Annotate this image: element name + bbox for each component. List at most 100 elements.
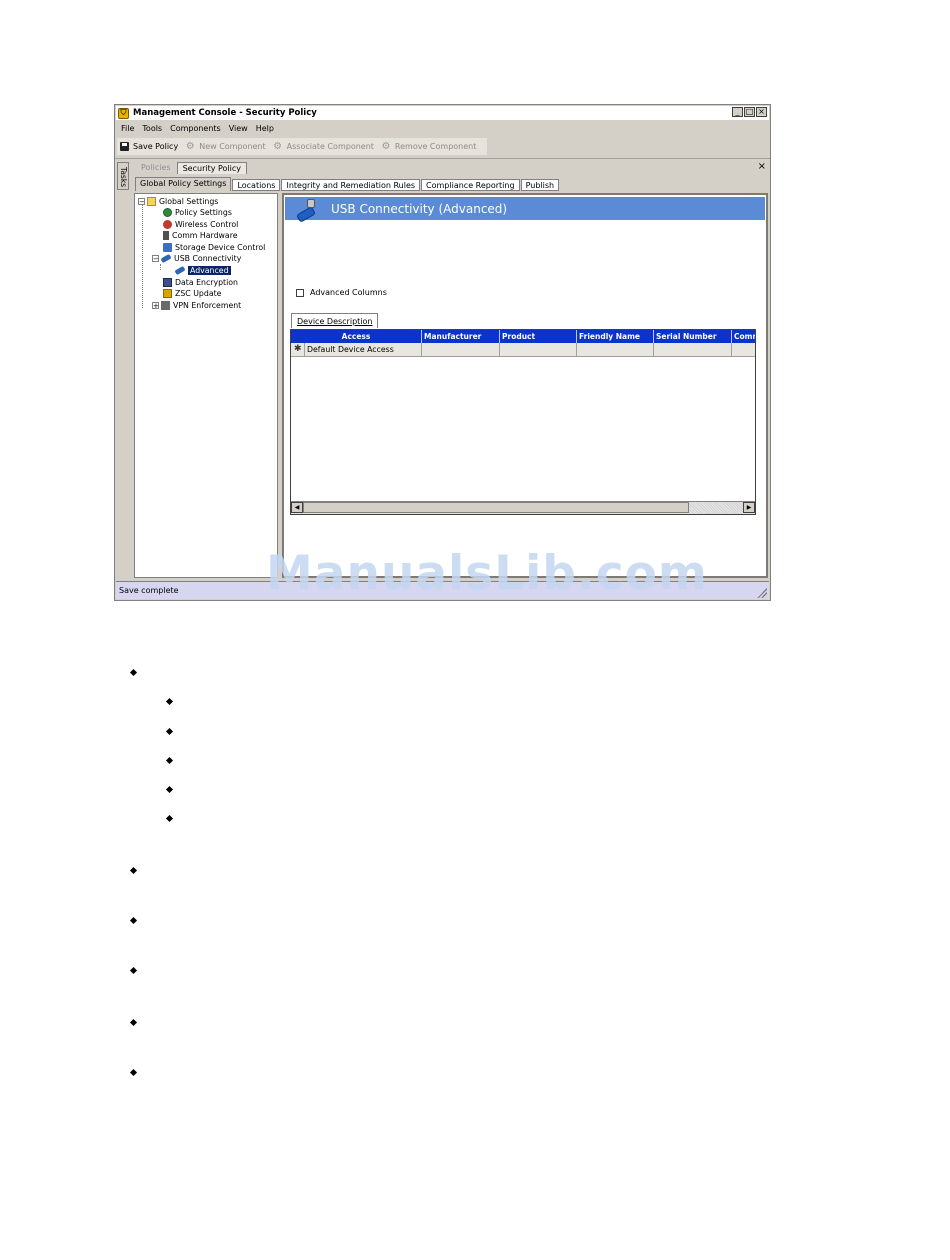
column-header-friendly-name[interactable]: Friendly Name: [577, 330, 654, 343]
tree-label: USB Connectivity: [174, 254, 242, 263]
usb-lock-icon: [295, 198, 317, 223]
update-icon: [163, 289, 172, 298]
tree-item-storage-device-control[interactable]: Storage Device Control: [163, 242, 265, 253]
window-title: Management Console - Security Policy: [133, 108, 317, 118]
tree-item-data-encryption[interactable]: Data Encryption: [163, 277, 238, 288]
remove-component-label: Remove Component: [394, 142, 477, 151]
bullet-icon: [129, 1068, 138, 1077]
tab-locations[interactable]: Locations: [232, 179, 281, 191]
document-tabs: Policies Security Policy: [135, 160, 247, 174]
status-text: Save complete: [119, 586, 179, 595]
tree-item-policy-settings[interactable]: Policy Settings: [163, 207, 232, 218]
close-window-button[interactable]: ×: [756, 107, 767, 117]
policy-page-tabs: Global Policy Settings Locations Integri…: [135, 177, 560, 191]
tree-item-global-settings[interactable]: − Global Settings: [138, 196, 218, 207]
tree-label: Wireless Control: [175, 220, 239, 229]
collapse-toggle[interactable]: −: [138, 198, 145, 206]
wireless-icon: [163, 220, 172, 229]
tab-security-policy[interactable]: Security Policy: [176, 162, 247, 174]
expand-toggle[interactable]: +: [152, 302, 159, 310]
usb-icon: [160, 253, 172, 264]
bullet-icon: [165, 814, 174, 823]
tree-item-zsc-update[interactable]: ZSC Update: [163, 288, 221, 299]
horizontal-scrollbar[interactable]: ◀ ▶: [291, 501, 755, 514]
close-document-icon[interactable]: ×: [758, 161, 766, 172]
save-policy-button[interactable]: Save Policy: [117, 142, 183, 152]
cell-serial-number[interactable]: [654, 343, 732, 357]
column-header-access[interactable]: Access: [291, 330, 422, 343]
cell-product[interactable]: [500, 343, 577, 357]
cell-friendly-name[interactable]: [577, 343, 654, 357]
cell-comm[interactable]: [732, 343, 755, 357]
new-component-button[interactable]: ⚙ New Component: [183, 141, 270, 152]
associate-component-label: Associate Component: [286, 142, 374, 151]
bullet-icon: [129, 966, 138, 975]
tree-label: Policy Settings: [175, 208, 232, 217]
tab-global-policy-settings[interactable]: Global Policy Settings: [135, 177, 232, 191]
menu-view[interactable]: View: [225, 124, 252, 133]
storage-icon: [163, 243, 172, 252]
tab-policies[interactable]: Policies: [135, 161, 177, 174]
scroll-thumb[interactable]: [303, 502, 689, 513]
cell-access[interactable]: Default Device Access: [305, 343, 422, 357]
remove-component-button[interactable]: ⚙ Remove Component: [379, 141, 481, 152]
tree-item-usb-connectivity[interactable]: − USB Connectivity: [152, 253, 241, 264]
bullet-icon: [129, 866, 138, 875]
hardware-icon: [163, 231, 169, 240]
tab-publish[interactable]: Publish: [520, 179, 560, 191]
scroll-right-icon[interactable]: ▶: [743, 502, 755, 513]
grid-header: Access Manufacturer Product Friendly Nam…: [291, 330, 755, 343]
new-component-label: New Component: [199, 142, 266, 151]
scroll-track[interactable]: [689, 502, 743, 514]
tree-label-selected: Advanced: [188, 266, 231, 275]
toolbar: Save Policy ⚙ New Component ⚙ Associate …: [117, 138, 488, 155]
menu-components[interactable]: Components: [166, 124, 225, 133]
minimize-button[interactable]: _: [732, 107, 743, 117]
menu-tools[interactable]: Tools: [138, 124, 166, 133]
save-disk-icon: [119, 142, 129, 152]
gears-icon: ⚙: [381, 141, 391, 152]
bullet-icon: [165, 785, 174, 794]
table-row[interactable]: ✱ Default Device Access: [291, 343, 755, 357]
advanced-columns-label: Advanced Columns: [310, 288, 387, 297]
tree-item-comm-hardware[interactable]: Comm Hardware: [163, 230, 238, 241]
folder-icon: [147, 197, 156, 206]
title-bar[interactable]: ⛉ Management Console - Security Policy _…: [116, 106, 769, 120]
cell-manufacturer[interactable]: [422, 343, 500, 357]
settings-tree: − Global Settings Policy Settings Wirele…: [134, 193, 278, 578]
column-header-serial-number[interactable]: Serial Number: [654, 330, 732, 343]
vpn-icon: [161, 301, 170, 310]
lock-icon: [163, 278, 172, 287]
tree-label: Comm Hardware: [172, 231, 238, 240]
gears-icon: ⚙: [185, 141, 195, 152]
column-header-comm[interactable]: Comm: [732, 330, 755, 343]
collapse-toggle[interactable]: −: [152, 255, 159, 263]
menu-file[interactable]: File: [117, 124, 138, 133]
tab-compliance-reporting[interactable]: Compliance Reporting: [421, 179, 520, 191]
advanced-columns-checkbox[interactable]: [296, 288, 304, 297]
associate-component-button[interactable]: ⚙ Associate Component: [271, 141, 379, 152]
tasks-strip: Tasks: [117, 160, 130, 580]
globe-icon: [163, 208, 172, 217]
scroll-left-icon[interactable]: ◀: [291, 502, 303, 513]
tab-device-description[interactable]: Device Description: [291, 313, 379, 328]
save-policy-label: Save Policy: [133, 142, 179, 151]
maximize-button[interactable]: □: [744, 107, 755, 117]
column-header-manufacturer[interactable]: Manufacturer: [422, 330, 500, 343]
tree-label: VPN Enforcement: [173, 301, 242, 310]
tree-item-advanced[interactable]: Advanced: [174, 265, 231, 276]
usb-icon: [174, 265, 186, 276]
column-header-product[interactable]: Product: [500, 330, 577, 343]
tab-integrity-remediation-rules[interactable]: Integrity and Remediation Rules: [281, 179, 421, 191]
tree-item-vpn-enforcement[interactable]: + VPN Enforcement: [152, 300, 241, 311]
tasks-tab[interactable]: Tasks: [117, 162, 129, 190]
bullet-icon: [129, 668, 138, 677]
menu-help[interactable]: Help: [252, 124, 278, 133]
bullet-icon: [165, 727, 174, 736]
tree-item-wireless-control[interactable]: Wireless Control: [163, 219, 238, 230]
resize-grip-icon[interactable]: [757, 588, 767, 598]
tree-connector: [142, 205, 143, 308]
tree-connector: [160, 264, 161, 270]
advanced-columns-option[interactable]: Advanced Columns: [296, 288, 387, 297]
bullet-icon: [129, 1018, 138, 1027]
